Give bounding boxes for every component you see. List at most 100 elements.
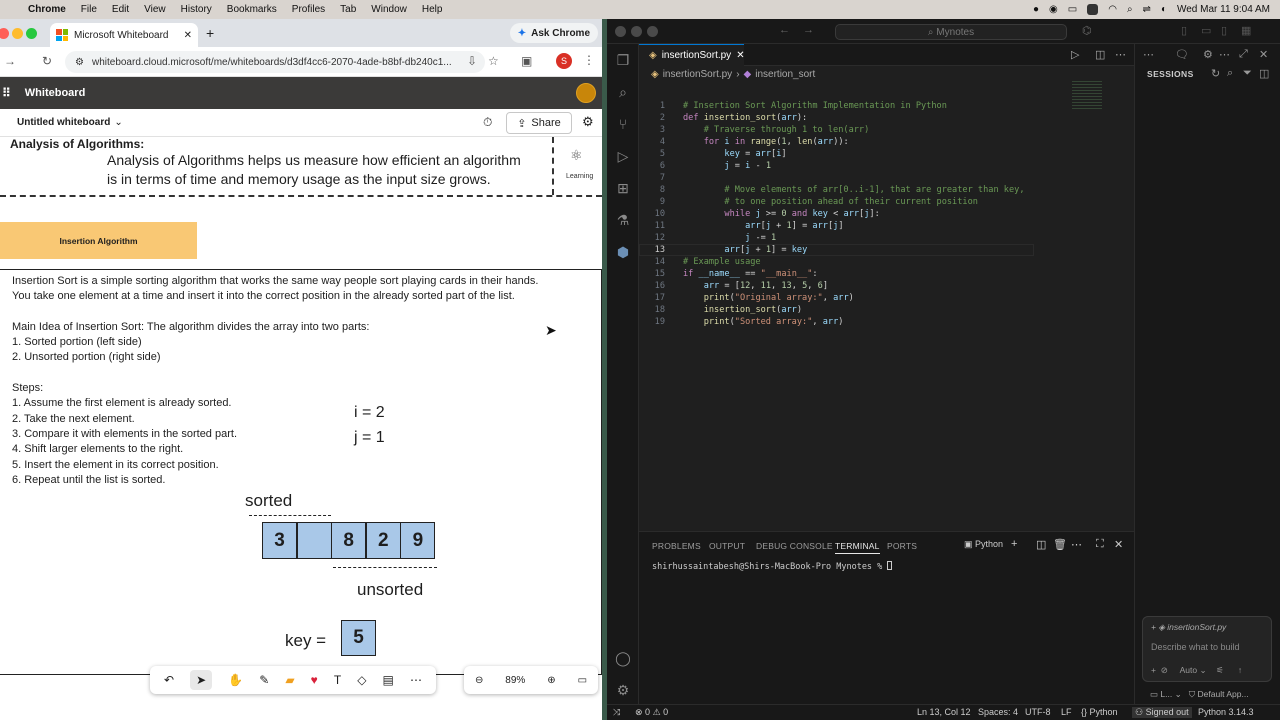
code-line[interactable]: key = arr[i] — [683, 149, 786, 159]
array-cell[interactable]: 2 — [365, 522, 401, 559]
remote-icon[interactable]: ⤨ — [613, 707, 620, 718]
learning-label[interactable]: Learning — [566, 173, 593, 180]
install-icon[interactable]: ⇩ — [467, 54, 477, 68]
zoom-window-icon[interactable] — [26, 28, 37, 39]
share-button[interactable]: ⇪ Share — [506, 112, 572, 134]
templates-icon[interactable]: ▤ — [383, 673, 394, 687]
new-terminal-icon[interactable]: + — [1011, 538, 1017, 550]
layout-aux-icon[interactable]: ▯ — [1221, 24, 1227, 37]
toggle-icon[interactable]: ⇌ — [1143, 4, 1151, 15]
tab-debug-console[interactable]: DEBUG CONSOLE — [756, 541, 833, 551]
maximize-icon[interactable]: ⤢ — [1239, 48, 1248, 61]
chat-context[interactable]: + ◈ insertionSort.py — [1151, 622, 1226, 633]
nav-back-icon[interactable]: ← — [779, 24, 790, 36]
record-icon[interactable]: ● — [1033, 4, 1039, 15]
menubar-datetime[interactable]: Wed Mar 11 9:04 AM — [1177, 4, 1270, 15]
close-tab-icon[interactable]: ✕ — [184, 30, 192, 41]
copilot-icon[interactable]: ⌬ — [1082, 24, 1092, 37]
problems-status[interactable]: ⊗ 0 ⚠ 0 — [635, 707, 668, 718]
close-tab-icon[interactable]: ✕ — [736, 50, 744, 61]
app-launcher-icon[interactable]: ⠿ — [2, 86, 11, 100]
cursor-position[interactable]: Ln 13, Col 12 — [917, 707, 971, 717]
code-line[interactable]: for i in range(1, len(arr)): — [683, 137, 849, 147]
manage-gear-icon[interactable]: ⚙ — [615, 682, 631, 698]
source-control-icon[interactable]: ⑂ — [615, 116, 631, 132]
user-avatar[interactable] — [576, 83, 596, 103]
insertion-heading-note[interactable]: Insertion Algorithm — [0, 222, 197, 259]
profile-avatar[interactable]: S — [556, 53, 572, 69]
code-line[interactable]: insertion_sort(arr) — [683, 305, 802, 315]
array-cell[interactable] — [296, 522, 332, 559]
reload-icon[interactable]: ↻ — [42, 54, 52, 68]
chevron-down-icon[interactable]: ⌄ — [114, 117, 122, 128]
chat-input-box[interactable]: + ◈ insertionSort.py Describe what to bu… — [1142, 616, 1272, 682]
code-line[interactable]: # Insertion Sort Algorithm Implementatio… — [683, 101, 947, 111]
filter-icon[interactable]: ⏷ — [1243, 67, 1252, 80]
more-menu-icon[interactable]: ⋮ — [583, 53, 595, 67]
menu-view[interactable]: View — [144, 4, 166, 15]
close-window-icon[interactable] — [615, 26, 626, 37]
run-debug-icon[interactable]: ▷ — [615, 148, 631, 164]
python-icon[interactable]: ⬢ — [615, 244, 631, 260]
code-line[interactable]: arr[j + 1] = arr[j] — [683, 221, 843, 231]
code-line[interactable]: arr = [12, 11, 13, 5, 6] — [683, 281, 828, 291]
key-value-cell[interactable]: 5 — [341, 620, 376, 656]
hand-tool-icon[interactable]: ✋ — [228, 673, 243, 687]
code-line[interactable]: arr[j + 1] = key — [683, 245, 807, 255]
array-cell[interactable]: 9 — [400, 522, 436, 559]
array-cell[interactable]: 3 — [262, 522, 297, 559]
undo-icon[interactable]: ↶ — [164, 673, 174, 687]
url-input[interactable]: ⚙ whiteboard.cloud.microsoft/me/whiteboa… — [65, 51, 485, 73]
chat-settings-icon[interactable]: ⚙ — [1203, 48, 1213, 61]
bookmark-star-icon[interactable]: ☆ — [488, 54, 499, 68]
more-tools-icon[interactable]: ⋯ — [410, 673, 422, 687]
command-center-search[interactable]: ⌕ Mynotes — [835, 24, 1067, 40]
end-of-line[interactable]: LF — [1061, 707, 1072, 717]
tools-icon[interactable]: ⚟ — [1216, 665, 1224, 675]
extensions-icon[interactable]: ▣ — [521, 54, 532, 68]
zoom-window-icon[interactable] — [647, 26, 658, 37]
run-file-icon[interactable]: ▷ — [1071, 48, 1079, 61]
sidebar-more-icon[interactable]: ⋯ — [1143, 48, 1154, 61]
whiteboard-canvas[interactable]: Analysis of Algorithms: Analysis of Algo… — [0, 137, 602, 720]
menu-file[interactable]: File — [81, 4, 97, 15]
code-line[interactable]: if __name__ == "__main__": — [683, 269, 818, 279]
refresh-icon[interactable]: ↻ — [1211, 67, 1220, 80]
sticky-note-icon[interactable]: ▰ — [285, 673, 294, 687]
code-line[interactable]: # Move elements of arr[0..i-1], that are… — [683, 185, 1024, 195]
extensions-icon[interactable]: ⊞ — [615, 180, 631, 196]
menu-help[interactable]: Help — [422, 4, 443, 15]
menu-edit[interactable]: Edit — [112, 4, 129, 15]
menu-tab[interactable]: Tab — [340, 4, 356, 15]
chat-app[interactable]: Default App... — [1198, 689, 1249, 699]
code-line[interactable]: while j >= 0 and key < arr[j]: — [683, 209, 879, 219]
zoom-out-icon[interactable]: ⊖ — [475, 675, 483, 686]
menu-app-name[interactable]: Chrome — [28, 4, 66, 15]
search-sessions-icon[interactable]: ⌕ — [1227, 67, 1233, 80]
indentation[interactable]: Spaces: 4 — [978, 707, 1018, 717]
siri-icon[interactable]: ◐ — [1161, 4, 1167, 15]
site-settings-icon[interactable]: ⚙ — [75, 57, 84, 68]
tab-problems[interactable]: PROBLEMS — [652, 541, 701, 551]
kill-terminal-icon[interactable]: 🗑 — [1053, 538, 1067, 551]
battery-icon[interactable]: ▭ — [1068, 4, 1077, 15]
explorer-icon[interactable]: ❐ — [615, 52, 631, 68]
keyboard-icon[interactable] — [1087, 4, 1099, 15]
code-line[interactable]: def insertion_sort(arr): — [683, 113, 807, 123]
chat-placeholder[interactable]: Describe what to build — [1151, 642, 1240, 652]
account-icon[interactable]: ◯ — [615, 650, 631, 666]
analysis-note[interactable]: Analysis of Algorithms: Analysis of Algo… — [0, 137, 602, 197]
tab-ports[interactable]: PORTS — [887, 541, 917, 551]
layout-icon[interactable]: ◫ — [1259, 67, 1269, 80]
ask-chrome-button[interactable]: ✦ Ask Chrome — [509, 23, 598, 43]
code-line[interactable]: j -= 1 — [683, 233, 776, 243]
panel-more-icon[interactable]: ⋯ — [1071, 538, 1082, 551]
learning-icon[interactable]: ⚛ — [570, 147, 583, 164]
terminal-output[interactable]: shirhussaintabesh@Shirs-MacBook-Pro Myno… — [652, 561, 893, 572]
array-cell[interactable]: 8 — [331, 522, 367, 559]
minimize-window-icon[interactable] — [12, 28, 23, 39]
testing-icon[interactable]: ⚗ — [615, 212, 631, 228]
menu-bookmarks[interactable]: Bookmarks — [227, 4, 277, 15]
timer-icon[interactable]: ⏱ — [483, 115, 492, 130]
close-panel-icon[interactable]: ✕ — [1114, 538, 1123, 551]
